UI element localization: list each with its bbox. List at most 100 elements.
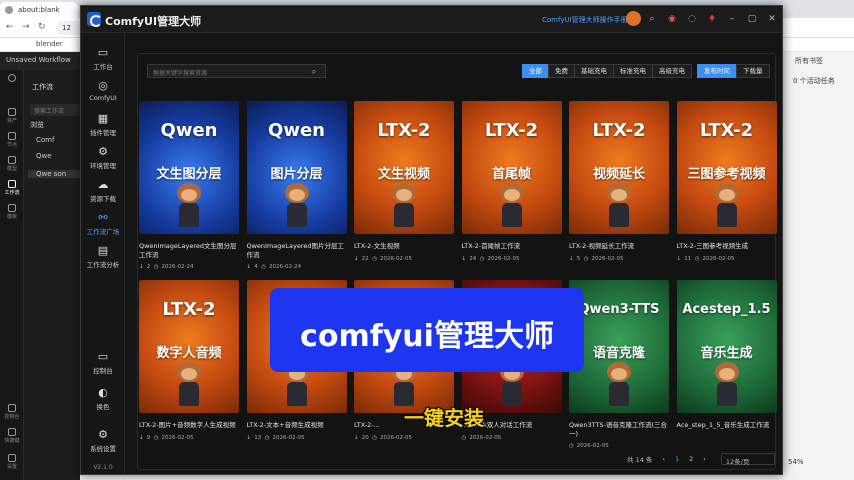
- workflow-tab[interactable]: Unsaved Workflow: [6, 56, 71, 64]
- all-bookmarks-link[interactable]: 所有书签: [795, 56, 823, 66]
- console-icon: ▭: [97, 350, 109, 363]
- mascot-image: [710, 183, 744, 229]
- tree-item[interactable]: Qwe: [36, 152, 52, 160]
- bookmark-item[interactable]: blender: [36, 40, 63, 48]
- search-button[interactable]: ⌕: [303, 64, 326, 78]
- workflow-card[interactable]: LTX-2 首尾帧 LTX-2-首尾帧工作流 ↓ 24 ◷ 2026-02-05: [461, 101, 562, 276]
- rail-assets[interactable]: 资产: [4, 108, 20, 124]
- workflow-card[interactable]: LTX-2 三图参考视频 LTX-2-三图参考视频生成 ↓ 11 ◷ 2026-02-…: [676, 101, 777, 276]
- rail-console[interactable]: 控制台: [4, 404, 20, 420]
- workflow-title[interactable]: LTX-2-视频延长工作流: [569, 242, 669, 251]
- workflow-title[interactable]: Ace_step_1_5_音乐生成工作流: [677, 421, 777, 430]
- nav-downloads[interactable]: ☁ 资源下载: [81, 179, 125, 203]
- rail-templates[interactable]: 模板: [4, 204, 20, 220]
- comfy-topbar: Unsaved Workflow: [0, 52, 80, 70]
- workflow-card[interactable]: LTX-2 数字人音频 LTX-2-图片+音频数字人生成视频 ↓ 9 ◷ 2026-0…: [139, 280, 239, 455]
- manual-link[interactable]: ComfyUI管理大师操作手册: [542, 15, 628, 25]
- download-count: 2: [146, 264, 151, 270]
- filter-free[interactable]: 免费: [548, 64, 575, 78]
- thumbnail-heading: Qwen3-TTS: [578, 302, 660, 317]
- workflow-card[interactable]: Qwen 文生图分层 QwenImageLayered文生图分层工作流 ↓ 2 ◷ 2…: [139, 101, 239, 276]
- back-icon[interactable]: ←: [6, 22, 14, 32]
- download-icon: ↓: [676, 256, 682, 262]
- workflow-meta: ◷ 2026-02-05: [569, 443, 669, 449]
- avatar[interactable]: [626, 11, 641, 26]
- fire-icon[interactable]: ♦: [705, 12, 719, 26]
- clock-icon: ◷: [372, 256, 378, 262]
- workflow-thumbnail[interactable]: LTX-2 文生视频: [354, 101, 454, 234]
- sort-downloads[interactable]: 下载量: [736, 64, 770, 78]
- sort-publish-time[interactable]: 发布时间: [697, 64, 737, 78]
- workflow-card[interactable]: LTX-2 文生视频 LTX-2-文生视频 ↓ 22 ◷ 2026-02-05: [354, 101, 454, 276]
- total-count: 共 14 条: [627, 456, 653, 464]
- filter-basic[interactable]: 基础充电: [574, 64, 614, 78]
- nav-workflow-square[interactable]: ⚯ 工作流广场: [81, 212, 125, 236]
- workflow-title[interactable]: LTX-2-图片+音频数字人生成视频: [139, 421, 239, 430]
- workflow-card[interactable]: Qwen3-TTS 语音克隆 Qwen3TTS-语音克隆工作流(三合一) ◷ 2026…: [569, 280, 669, 455]
- nav-plugins[interactable]: ▦ 插件管理: [81, 113, 125, 137]
- alert-icon[interactable]: ◉: [665, 12, 679, 26]
- nav-console[interactable]: ▭ 控制台: [81, 351, 125, 375]
- rail-workflows[interactable]: 工作流: [4, 180, 20, 196]
- workflow-thumbnail[interactable]: Qwen 文生图分层: [139, 101, 239, 234]
- thumbnail-subheading: 文生图分层: [156, 167, 222, 182]
- workflow-thumbnail[interactable]: Acestep_1.5 音乐生成: [676, 280, 777, 413]
- workflow-card[interactable]: LTX-2 视频延长 LTX-2-视频延长工作流 ↓ 5 ◷ 2026-02-05: [569, 101, 669, 276]
- prev-page-icon[interactable]: ‹: [657, 455, 670, 463]
- search-icon[interactable]: ⌕: [645, 12, 659, 26]
- workflow-thumbnail[interactable]: LTX-2 数字人音频: [139, 280, 239, 413]
- workflow-title[interactable]: LTX-2-文本+音频生成视频: [247, 421, 347, 430]
- nav-settings[interactable]: ⚙ 系统设置: [81, 429, 125, 453]
- workflow-meta: ↓ 22 ◷ 2026-02-05: [354, 256, 454, 262]
- workflow-card[interactable]: Qwen 图片分层 QwenImageLayered图片分层工作流 ↓ 4 ◷ 202…: [246, 101, 347, 276]
- workflow-meta: ↓ 2 ◷ 2026-02-24: [139, 264, 239, 270]
- workflow-title[interactable]: LTX-2-三图参考视频生成: [677, 242, 777, 251]
- workflow-card[interactable]: Acestep_1.5 音乐生成 Ace_step_1_5_音乐生成工作流: [676, 280, 777, 455]
- comfy-rail: 资产 节点 模型 工作流 模板 控制台 快捷键 设置: [0, 70, 24, 480]
- rail-settings[interactable]: 设置: [4, 454, 20, 470]
- maximize-icon[interactable]: ▢: [745, 12, 759, 26]
- filter-standard[interactable]: 标准充电: [613, 64, 653, 78]
- tree-item-selected[interactable]: Qwe son: [28, 170, 80, 178]
- workflow-thumbnail[interactable]: LTX-2 视频延长: [569, 101, 669, 234]
- rail-nodes[interactable]: 节点: [4, 132, 20, 148]
- download-count: 11: [684, 256, 692, 262]
- publish-date: 2026-02-05: [702, 256, 735, 262]
- tree-item[interactable]: Comf: [36, 136, 54, 144]
- workflow-thumbnail[interactable]: Qwen3-TTS 语音克隆: [569, 280, 669, 413]
- next-page-icon[interactable]: ›: [698, 455, 711, 463]
- pagination: 共 14 条 ‹ 1 2 › 12条/页: [622, 453, 775, 466]
- forward-icon[interactable]: →: [22, 22, 30, 32]
- nav-workflow-analysis[interactable]: ▤ 工作流分析: [81, 245, 125, 269]
- workflow-thumbnail[interactable]: LTX-2 首尾帧: [461, 101, 562, 234]
- filter-advanced[interactable]: 高级充电: [652, 64, 692, 78]
- workflow-thumbnail[interactable]: Qwen 图片分层: [246, 101, 347, 234]
- search-input[interactable]: 根据关键字搜索资源: [147, 64, 326, 78]
- filter-all[interactable]: 全部: [522, 64, 549, 78]
- workflow-title[interactable]: LTX-2-文生视频: [354, 242, 454, 251]
- page-size-select[interactable]: 12条/页: [720, 453, 775, 466]
- publish-date: 2026-02-05: [380, 435, 412, 441]
- workflow-thumbnail[interactable]: LTX-2 三图参考视频: [676, 101, 777, 234]
- rail-models[interactable]: 模型: [4, 156, 20, 172]
- workflow-title[interactable]: QwenImageLayered图片分层工作流: [247, 242, 347, 260]
- nav-environment[interactable]: ⚙ 环境管理: [81, 146, 125, 170]
- reload-icon[interactable]: ↻: [38, 22, 46, 32]
- settings-icon[interactable]: ◌: [685, 12, 699, 26]
- page-2[interactable]: 2: [684, 455, 698, 463]
- mascot-image: [280, 183, 314, 229]
- workflow-title[interactable]: QwenImageLayered文生图分层工作流: [139, 242, 239, 260]
- nav-comfyui[interactable]: ◎ ComfyUI: [81, 80, 125, 102]
- workflow-title[interactable]: LTX-2-首尾帧工作流: [462, 242, 562, 251]
- minimize-icon[interactable]: –: [725, 12, 739, 26]
- nav-workbench[interactable]: ▭ 工作台: [81, 47, 125, 71]
- page-1[interactable]: 1: [670, 455, 684, 463]
- browser-tab[interactable]: about:blank: [0, 2, 78, 18]
- nav-theme[interactable]: ◐ 换色: [81, 387, 125, 411]
- workflow-title[interactable]: Qwen3TTS-语音克隆工作流(三合一): [569, 421, 669, 439]
- rail-shortcuts[interactable]: 快捷键: [4, 428, 20, 444]
- workflow-search-input[interactable]: 搜索工作流: [30, 104, 80, 116]
- close-icon[interactable]: ✕: [765, 12, 779, 26]
- title-bar: ComfyUI管理大师 ComfyUI管理大师操作手册 ⌕ ◉ ◌ ♦ – ▢ …: [81, 6, 782, 33]
- mascot-image: [172, 362, 206, 408]
